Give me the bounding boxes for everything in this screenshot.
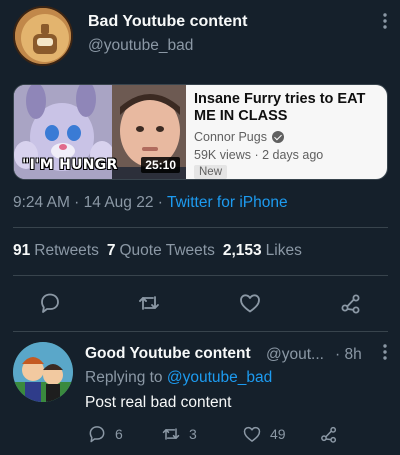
tweet-time[interactable]: 9:24 AM xyxy=(13,194,70,211)
reply-count: 6 xyxy=(115,426,123,442)
retweets-count: 91 xyxy=(13,242,31,259)
likes-label: Likes xyxy=(265,242,302,259)
reply-like-button[interactable]: 49 xyxy=(242,424,286,444)
retweet-icon xyxy=(162,428,180,440)
retweet-icon[interactable] xyxy=(137,291,161,315)
display-name[interactable]: Bad Youtube content xyxy=(88,13,247,31)
reply-reply-button[interactable]: 6 xyxy=(87,424,123,444)
likes-stat[interactable]: 2,153 Likes xyxy=(223,242,302,260)
reply-username-handle[interactable]: @yout... xyxy=(266,346,324,364)
thumbnail-caption: "I'M HUNGR xyxy=(22,157,118,173)
quote-tweets-stat[interactable]: 7 Quote Tweets xyxy=(107,242,215,260)
avatar[interactable] xyxy=(13,6,73,66)
share-icon xyxy=(321,426,337,443)
replying-to-label: Replying to xyxy=(85,369,163,386)
replying-to: Replying to @youtube_bad xyxy=(85,369,272,387)
like-icon[interactable] xyxy=(238,291,262,315)
reply-retweet-button[interactable]: 3 xyxy=(161,424,197,444)
meta-separator: · xyxy=(153,194,167,211)
channel-row: Connor Pugs xyxy=(194,130,284,144)
quote-tweets-label: Quote Tweets xyxy=(119,242,215,259)
more-dots-icon[interactable] xyxy=(382,343,388,366)
verified-check-icon xyxy=(271,131,284,143)
tweet-meta: 9:24 AM · 14 Aug 22 · Twitter for iPhone xyxy=(13,194,288,212)
retweets-stat[interactable]: 91 Retweets xyxy=(13,242,99,260)
reply-icon xyxy=(89,426,105,443)
retweets-label: Retweets xyxy=(34,242,99,259)
video-card[interactable]: "I'M HUNGR 25:10 Insane Furry tries to E… xyxy=(13,84,388,180)
username-handle[interactable]: @youtube_bad xyxy=(88,37,193,55)
more-dots-icon[interactable] xyxy=(382,12,388,35)
divider xyxy=(13,227,388,228)
reply-text: Post real bad content xyxy=(85,394,232,411)
tweet-date[interactable]: 14 Aug 22 xyxy=(84,194,154,211)
reply-action-bar: 6 3 49 xyxy=(13,424,388,446)
tweet-header: Bad Youtube content @youtube_bad xyxy=(13,6,388,66)
share-icon[interactable] xyxy=(339,291,363,315)
meta-separator: · xyxy=(69,194,84,211)
new-badge: New xyxy=(194,165,228,179)
quote-tweets-count: 7 xyxy=(106,242,116,259)
tweet-action-bar xyxy=(0,291,400,317)
reply-display-name[interactable]: Good Youtube content xyxy=(85,345,251,363)
reply-share-button[interactable] xyxy=(319,424,339,444)
like-count: 49 xyxy=(270,426,286,442)
likes-count: 2,153 xyxy=(222,242,262,259)
video-views-age: 59K views · 2 days ago xyxy=(194,148,324,162)
like-icon xyxy=(243,426,261,442)
channel-name[interactable]: Connor Pugs xyxy=(194,130,267,144)
divider xyxy=(13,275,388,276)
tweet-source-link[interactable]: Twitter for iPhone xyxy=(167,194,288,211)
video-thumbnail[interactable]: "I'M HUNGR 25:10 xyxy=(14,85,186,179)
profile-picture-icon xyxy=(15,8,71,64)
reply-profile-picture-icon xyxy=(13,342,73,402)
retweet-count: 3 xyxy=(189,426,197,442)
video-title[interactable]: Insane Furry tries to EAT ME IN CLASS xyxy=(194,91,386,125)
avatar[interactable] xyxy=(13,342,73,402)
video-duration-badge: 25:10 xyxy=(141,157,180,173)
tweet-stats: 91 Retweets 7 Quote Tweets 2,153 Likes xyxy=(13,242,302,260)
replying-to-mention[interactable]: @youtube_bad xyxy=(167,369,272,386)
reply-tweet[interactable]: Good Youtube content @yout... · 8h Reply… xyxy=(13,342,388,452)
reply-time[interactable]: · 8h xyxy=(335,346,362,364)
divider xyxy=(13,331,388,332)
reply-icon[interactable] xyxy=(38,291,62,315)
